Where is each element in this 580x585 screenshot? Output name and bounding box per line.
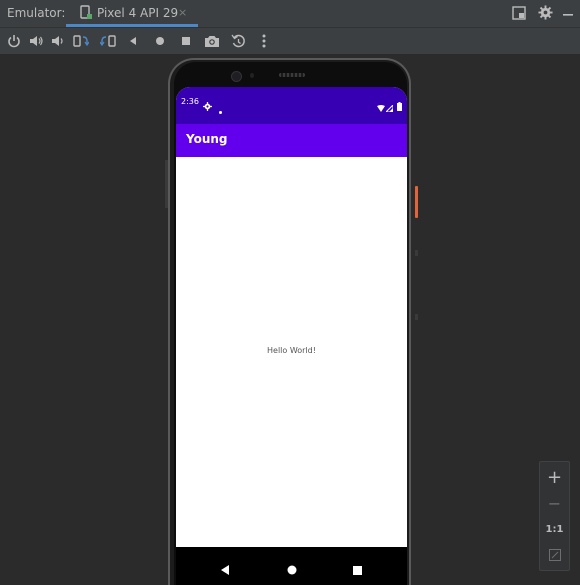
signal-icon — [384, 97, 394, 116]
nav-back-icon[interactable] — [221, 560, 230, 579]
android-status-bar: 2:36 — [176, 87, 407, 124]
device-volume-up-button[interactable] — [415, 250, 418, 256]
gear-icon[interactable] — [538, 5, 553, 24]
zoom-out-button[interactable]: − — [540, 490, 569, 516]
earpiece-speaker — [279, 73, 305, 77]
emulator-titlebar: Emulator: Pixel 4 API 29 × — [0, 0, 580, 28]
battery-icon — [397, 96, 402, 115]
wifi-icon — [377, 97, 385, 116]
android-nav-bar — [176, 547, 407, 585]
volume-up-icon[interactable] — [27, 32, 45, 50]
rotate-right-icon[interactable] — [99, 32, 117, 50]
home-icon[interactable] — [151, 32, 169, 50]
device-volume-down-button[interactable] — [415, 314, 418, 320]
overview-icon[interactable] — [177, 32, 195, 50]
app-bar: Young — [176, 124, 407, 157]
rotate-left-icon[interactable] — [72, 32, 90, 50]
emulator-label: Emulator: — [7, 6, 66, 20]
device-power-button[interactable] — [415, 186, 418, 218]
snapshot-icon[interactable] — [229, 32, 247, 50]
device-icon — [80, 5, 92, 24]
nav-home-icon[interactable] — [287, 560, 297, 579]
app-title: Young — [186, 132, 228, 146]
device-tab[interactable]: Pixel 4 API 29 × — [66, 0, 198, 27]
emulator-toolbar — [0, 28, 580, 55]
screenshot-icon[interactable] — [203, 32, 221, 50]
zoom-one-to-one-button[interactable]: 1:1 — [540, 516, 569, 542]
tab-close-icon[interactable]: × — [178, 6, 187, 19]
settings-notification-icon — [203, 96, 212, 115]
notification-dot-icon — [219, 99, 222, 118]
device-screen[interactable]: 2:36 Young Hello World! — [176, 87, 407, 585]
minimize-icon[interactable] — [561, 3, 575, 22]
zoom-panel: + − 1:1 — [539, 461, 570, 571]
hello-world-text: Hello World! — [267, 346, 316, 355]
status-time: 2:36 — [181, 97, 199, 106]
volume-down-icon[interactable] — [49, 32, 67, 50]
restore-layout-icon[interactable] — [512, 5, 526, 24]
zoom-fit-icon[interactable] — [540, 542, 569, 568]
back-icon[interactable] — [124, 32, 142, 50]
tab-label: Pixel 4 API 29 — [97, 6, 179, 20]
front-sensor — [250, 73, 254, 78]
nav-overview-icon[interactable] — [353, 560, 362, 579]
power-icon[interactable] — [5, 32, 23, 50]
zoom-in-button[interactable]: + — [540, 464, 569, 490]
more-icon[interactable] — [255, 32, 273, 50]
front-camera — [231, 71, 242, 82]
